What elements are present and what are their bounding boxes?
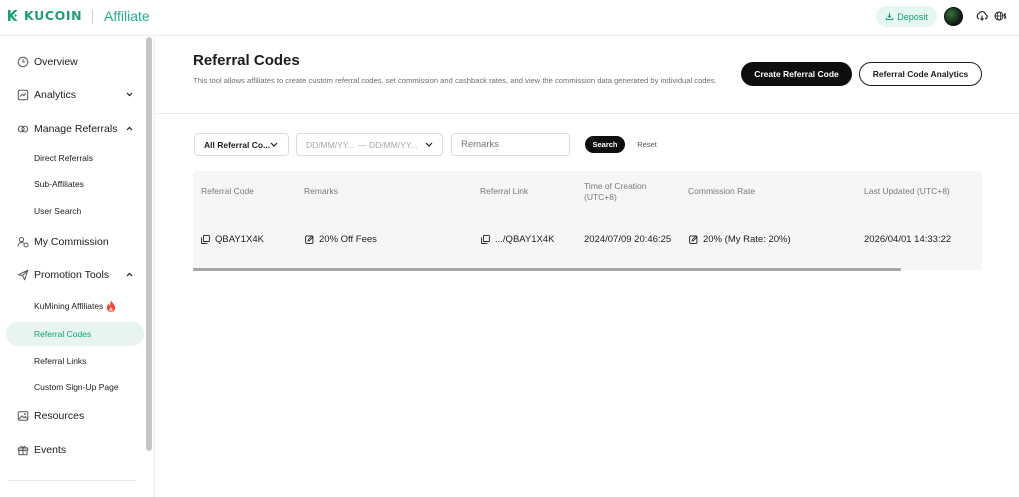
sidebar-item-promotion-tools[interactable]: Promotion Tools [0, 264, 145, 286]
kucoin-logo-icon [8, 9, 18, 21]
creation-time-value: 2024/07/09 20:46:25 [584, 234, 672, 245]
user-coin-icon [17, 237, 29, 248]
date-range-picker[interactable]: DD/MM/YY... — DD/MM/YY... [296, 133, 443, 156]
kucoin-logo[interactable]: KUCOIN [6, 8, 82, 23]
sidebar-item-resources[interactable]: Resources [0, 405, 145, 427]
clock-icon [17, 56, 29, 68]
sidebar-item-kumining-affiliates[interactable]: KuMining Affiliates [0, 297, 145, 315]
sidebar-item-referral-codes[interactable]: Referral Codes [6, 322, 144, 346]
fire-icon [106, 300, 116, 312]
remarks-value: 20% Off Fees [319, 234, 377, 245]
cell-commission-rate: 20% (My Rate: 20%) [689, 234, 791, 245]
referral-codes-table: Referral Code Remarks Referral Link Time… [193, 171, 982, 270]
cell-referral-link: .../QBAY1X4K [481, 234, 555, 245]
date-from-placeholder: DD/MM/YY... [306, 140, 355, 150]
language-currency-icon[interactable] [994, 10, 1007, 22]
date-separator: — [358, 140, 367, 150]
referral-code-analytics-button[interactable]: Referral Code Analytics [859, 62, 982, 86]
column-header-referral-code: Referral Code [201, 186, 254, 196]
sidebar-item-manage-referrals[interactable]: Manage Referrals [0, 118, 145, 140]
edit-icon[interactable] [689, 235, 698, 244]
sidebar-item-label: KuMining Affiliates [34, 301, 104, 311]
sidebar-item-direct-referrals[interactable]: Direct Referrals [0, 149, 145, 167]
logo-text: KUCOIN [24, 8, 83, 23]
column-header-commission-rate: Commission Rate [688, 186, 756, 196]
commission-rate-value: 20% (My Rate: 20%) [703, 234, 791, 245]
sidebar-item-events[interactable]: Events [0, 439, 145, 461]
sidebar-item-label: Referral Codes [34, 329, 92, 339]
chevron-down-icon [126, 92, 133, 97]
column-header-line: (UTC+8) [584, 192, 617, 202]
cell-last-updated: 2026/04/01 14:33:22 [864, 234, 951, 245]
page-description: This tool allows affiliates to create cu… [193, 76, 717, 85]
sidebar-item-label: Direct Referrals [34, 153, 94, 163]
chevron-down-icon [425, 142, 433, 147]
sidebar-item-my-commission[interactable]: My Commission [0, 231, 145, 253]
chevron-up-icon [126, 272, 133, 277]
column-header-remarks: Remarks [304, 186, 339, 196]
download-app-icon[interactable] [976, 10, 988, 22]
copy-icon[interactable] [201, 235, 210, 244]
sidebar-item-referral-links[interactable]: Referral Links [0, 352, 145, 370]
column-header-last-updated: Last Updated (UTC+8) [864, 186, 950, 196]
header-divider [92, 10, 93, 24]
paper-plane-icon [17, 269, 29, 281]
referral-code-select-value: All Referral Co... [204, 139, 271, 150]
user-avatar[interactable] [944, 7, 963, 26]
affiliate-title: Affiliate [104, 8, 150, 24]
column-header-referral-link: Referral Link [480, 186, 529, 196]
deposit-icon [886, 12, 894, 21]
table-horizontal-scrollbar[interactable] [193, 268, 901, 271]
sidebar-item-custom-signup-page[interactable]: Custom Sign-Up Page [0, 378, 145, 396]
sidebar-item-label: Promotion Tools [34, 269, 110, 281]
chart-icon [17, 89, 29, 101]
chevron-down-icon [270, 142, 278, 147]
date-to-placeholder: DD/MM/YY... [369, 140, 418, 150]
sidebar-item-label: User Search [34, 206, 82, 216]
cell-time-of-creation: 2024/07/09 20:46:25 [584, 234, 671, 245]
sidebar-item-overview[interactable]: Overview [0, 51, 145, 73]
image-icon [17, 411, 29, 421]
edit-icon[interactable] [305, 235, 314, 244]
sidebar: Overview Analytics Manage Referrals Dire… [0, 37, 155, 497]
referral-link-value: .../QBAY1X4K [495, 234, 555, 245]
sidebar-item-analytics[interactable]: Analytics [0, 84, 145, 106]
last-updated-value: 2026/04/01 14:33:22 [864, 234, 952, 245]
page-title: Referral Codes [193, 52, 300, 69]
section-divider [156, 113, 1019, 114]
sidebar-item-user-search[interactable]: User Search [0, 202, 145, 220]
gift-icon [17, 446, 29, 456]
cell-remarks: 20% Off Fees [305, 234, 377, 245]
copy-icon[interactable] [481, 235, 490, 244]
remarks-input[interactable] [451, 133, 570, 156]
deposit-label: Deposit [897, 11, 928, 22]
handshake-icon [17, 125, 29, 133]
reset-button[interactable]: Reset [634, 136, 660, 153]
referral-code-value: QBAY1X4K [215, 234, 264, 245]
sidebar-item-label: My Commission [34, 236, 109, 248]
sidebar-item-label: Analytics [34, 89, 77, 101]
sidebar-item-label: Sub-Affiliates [34, 179, 84, 189]
sidebar-divider [8, 480, 136, 481]
chevron-up-icon [126, 126, 133, 131]
sidebar-scrollbar[interactable] [146, 37, 152, 451]
top-header: KUCOIN Affiliate Deposit [0, 0, 1019, 36]
cell-referral-code: QBAY1X4K [201, 234, 264, 245]
referral-code-select[interactable]: All Referral Co... [194, 133, 289, 156]
sidebar-item-label: Events [34, 444, 67, 456]
sidebar-item-label: Resources [34, 410, 85, 422]
create-referral-code-button[interactable]: Create Referral Code [741, 62, 852, 86]
search-button[interactable]: Search [585, 136, 625, 153]
sidebar-item-sub-affiliates[interactable]: Sub-Affiliates [0, 175, 145, 193]
deposit-button[interactable]: Deposit [876, 6, 937, 27]
column-header-time-of-creation: Time of Creation (UTC+8) [584, 181, 647, 203]
sidebar-item-label: Overview [34, 56, 78, 68]
sidebar-item-label: Manage Referrals [34, 123, 118, 135]
column-header-line: Time of Creation [584, 181, 647, 191]
sidebar-item-label: Custom Sign-Up Page [34, 382, 119, 392]
sidebar-item-label: Referral Links [34, 356, 87, 366]
